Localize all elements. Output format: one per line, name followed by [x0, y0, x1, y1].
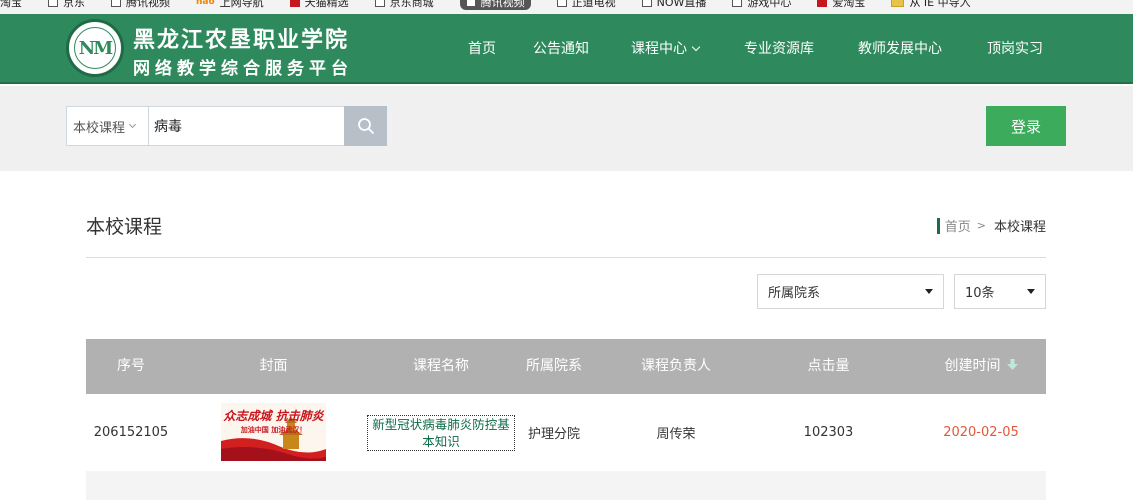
cell-course-name: 新型冠状病毒肺炎防控基本知识 [366, 394, 516, 471]
hao-icon: hao [196, 0, 215, 7]
department-filter-select[interactable]: 所属院系 [757, 274, 944, 309]
school-name: 黑龙江农垦职业学院 [133, 27, 350, 53]
nav-announcements[interactable]: 公告通知 [533, 38, 589, 58]
table-row: 206152105 众志成城 抗击肺炎 加油中国 加油武汉！ 新型冠状病毒肺炎防… [86, 394, 1046, 471]
page-icon [556, 0, 567, 7]
page-icon [48, 0, 58, 7]
course-name-link[interactable]: 新型冠状病毒肺炎防控基本知识 [367, 414, 515, 451]
bookmark-jd[interactable]: 京东 [48, 0, 85, 10]
page-icon [732, 0, 743, 7]
page-icon [641, 0, 652, 7]
breadcrumb: 首页 > 本校课程 [936, 216, 1046, 235]
nav-resource-library[interactable]: 专业资源库 [744, 38, 814, 58]
breadcrumb-marker [936, 217, 940, 234]
search-button[interactable] [344, 106, 387, 146]
column-header-cover: 封面 [259, 358, 288, 374]
nav-home[interactable]: 首页 [468, 38, 496, 58]
search-box: 本校课程 [66, 106, 387, 146]
table-row-next [86, 471, 1046, 500]
cell-department: 护理分院 [527, 427, 580, 442]
page-size-select[interactable]: 10条 [954, 274, 1046, 309]
nav-course-center[interactable]: 课程中心 [631, 38, 701, 58]
table-header: 序号 封面 课程名称 所属院系 课程负责人 点击量 创建时间 [86, 339, 1046, 394]
bookmark-tmall[interactable]: 天猫精选 [289, 0, 349, 10]
tmall-icon [289, 0, 300, 7]
column-header-owner: 课程负责人 [641, 358, 711, 374]
aitaobao-icon [817, 0, 828, 7]
site-header: NM 黑龙江农垦职业学院 网络教学综合服务平台 首页 公告通知 课程中心 专业资… [0, 14, 1133, 84]
bookmark-zhengdao-tv[interactable]: 正道电视 [556, 0, 616, 10]
bookmark-hao-navigation[interactable]: hao 上网导航 [196, 0, 264, 10]
cell-clicks: 102303 [803, 425, 854, 440]
dropdown-arrow-icon [925, 289, 933, 294]
bookmark-tencent-video[interactable]: 腾讯视频 [111, 0, 170, 10]
cell-id: 206152105 [93, 425, 169, 440]
breadcrumb-current: 本校课程 [993, 220, 1046, 235]
sort-down-icon [1006, 359, 1018, 370]
school-emblem-icon: NM [74, 27, 116, 69]
column-header-course-name: 课程名称 [413, 358, 469, 374]
bookmark-game-center[interactable]: 游戏中心 [732, 0, 791, 10]
cover-slogan: 众志成城 抗击肺炎 [223, 409, 324, 423]
cell-owner: 周传荣 [656, 427, 696, 442]
search-icon [357, 118, 374, 134]
nav-teacher-development[interactable]: 教师发展中心 [858, 38, 942, 58]
school-logo[interactable]: NM [66, 19, 124, 77]
cell-created-date: 2020-02-05 [943, 425, 1019, 440]
dropdown-arrow-icon [1027, 289, 1035, 294]
title-divider [86, 257, 1046, 258]
search-input[interactable] [150, 107, 343, 145]
column-header-department: 所属院系 [526, 358, 582, 374]
page-icon [111, 0, 121, 7]
bookmark-import-ie[interactable]: 从 IE 中导入 [891, 0, 971, 10]
breadcrumb-home[interactable]: 首页 [945, 216, 971, 235]
bookmark-jd-mall[interactable]: 京东商城 [374, 0, 434, 10]
nav-internship[interactable]: 顶岗实习 [987, 38, 1043, 58]
column-header-created[interactable]: 创建时间 [916, 339, 1046, 394]
search-strip: 本校课程 登录 [0, 86, 1133, 171]
cover-subslogan: 加油中国 加油武汉！ [240, 426, 307, 434]
page-title: 本校课程 [86, 216, 163, 238]
bookmark-tencent-video-active[interactable]: 腾讯视频 [459, 0, 531, 10]
column-header-clicks: 点击量 [807, 358, 850, 374]
bookmark-now-live[interactable]: NOW直播 [641, 0, 706, 10]
folder-icon [891, 0, 905, 7]
chevron-down-icon [691, 42, 701, 51]
course-cover-image[interactable]: 众志成城 抗击肺炎 加油中国 加油武汉！ [221, 403, 326, 461]
bookmarks-bar: 淘宝 京东 腾讯视频 hao 上网导航 天猫精选 京东商城 腾讯视频 正道电视 N… [0, 0, 1133, 14]
page-icon [374, 0, 385, 7]
platform-name: 网络教学综合服务平台 [133, 59, 353, 79]
login-button[interactable]: 登录 [986, 106, 1066, 146]
bookmark-taobao[interactable]: 淘宝 [0, 0, 22, 10]
page-icon [465, 0, 476, 7]
search-scope-select[interactable]: 本校课程 [67, 107, 149, 145]
column-header-id: 序号 [117, 358, 145, 374]
chevron-down-icon [128, 120, 137, 129]
breadcrumb-separator: > [976, 219, 986, 232]
bookmark-aitaobao[interactable]: 爱淘宝 [817, 0, 865, 10]
